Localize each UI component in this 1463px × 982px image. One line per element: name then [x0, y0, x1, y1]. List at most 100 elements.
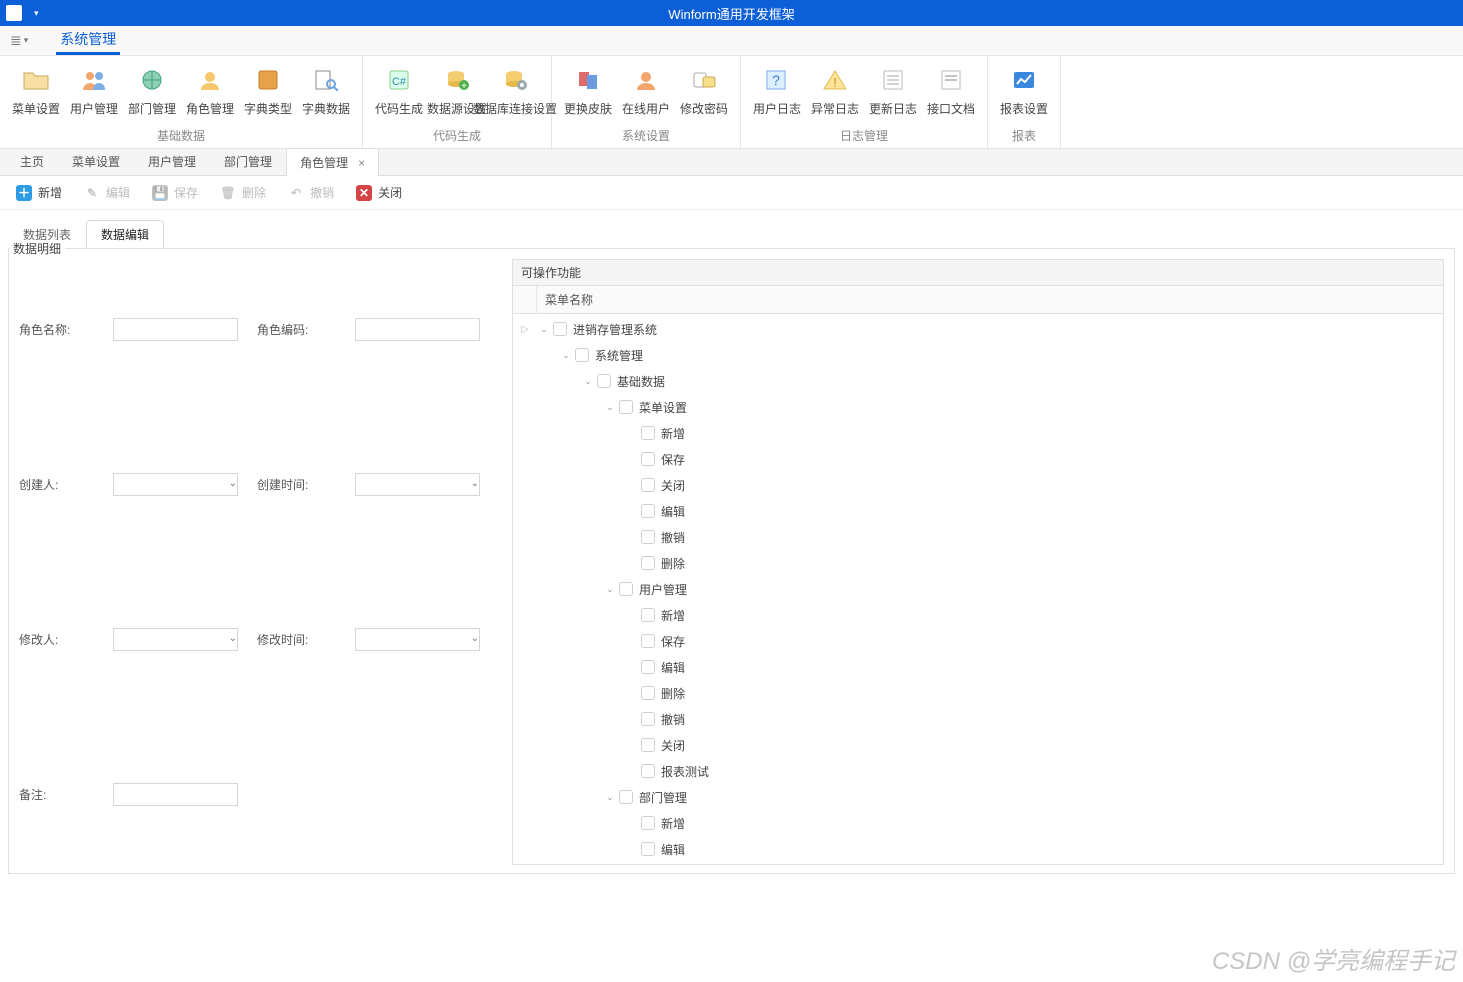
- document-tab[interactable]: 主页: [6, 147, 58, 175]
- tree-checkbox[interactable]: [641, 530, 655, 544]
- tree-checkbox[interactable]: [641, 660, 655, 674]
- tree-checkbox[interactable]: [641, 452, 655, 466]
- tree-node[interactable]: 撤销: [513, 524, 1443, 550]
- tree-checkbox[interactable]: [641, 764, 655, 778]
- ribbon-tab-system-management[interactable]: 系统管理: [56, 25, 120, 55]
- tree-node[interactable]: 删除: [513, 550, 1443, 576]
- ribbon-group-label: 报表: [1012, 127, 1036, 144]
- tree-node[interactable]: ⌄基础数据: [513, 368, 1443, 394]
- book-icon: [254, 66, 282, 94]
- tree-node[interactable]: 新增: [513, 602, 1443, 628]
- tree-node[interactable]: ⌄用户管理: [513, 576, 1443, 602]
- document-tab[interactable]: 部门管理: [210, 147, 286, 175]
- permission-panel: 可操作功能 菜单名称 ▷⌄进销存管理系统⌄系统管理⌄基础数据⌄菜单设置新增保存关…: [512, 259, 1444, 865]
- ribbon-button-log-warn[interactable]: !异常日志: [809, 62, 861, 125]
- app-menu-icon[interactable]: ▾: [6, 5, 39, 21]
- tree-checkbox[interactable]: [641, 712, 655, 726]
- ribbon-button-api-doc[interactable]: 接口文档: [925, 62, 977, 125]
- file-menu-button[interactable]: ≣▾: [8, 32, 30, 55]
- ribbon-button-log-update[interactable]: 更新日志: [867, 62, 919, 125]
- ribbon-button-label: 在线用户: [622, 100, 670, 117]
- tree-node[interactable]: 关闭: [513, 732, 1443, 758]
- document-tab-label: 部门管理: [224, 155, 272, 169]
- toolbar-add-button[interactable]: ＋新增: [6, 179, 72, 206]
- tree-checkbox[interactable]: [641, 842, 655, 856]
- tree-node[interactable]: 编辑: [513, 836, 1443, 862]
- toolbar-close-button[interactable]: ✕关闭: [346, 179, 412, 206]
- ribbon-button-db-gear[interactable]: 数据库连接设置: [489, 62, 541, 125]
- document-tab[interactable]: 菜单设置: [58, 147, 134, 175]
- chevron-down-icon: ▾: [34, 8, 39, 19]
- expand-icon[interactable]: ⌄: [559, 350, 573, 361]
- expand-icon[interactable]: ⌄: [537, 324, 551, 335]
- ribbon-button-csharp[interactable]: C#代码生成: [373, 62, 425, 125]
- tree-checkbox[interactable]: [553, 322, 567, 336]
- tree-node[interactable]: ⌄系统管理: [513, 342, 1443, 368]
- input-create-time[interactable]: [355, 473, 480, 496]
- tree-checkbox[interactable]: [641, 738, 655, 752]
- tree-node[interactable]: 关闭: [513, 472, 1443, 498]
- permission-tree[interactable]: ▷⌄进销存管理系统⌄系统管理⌄基础数据⌄菜单设置新增保存关闭编辑撤销删除⌄用户管…: [513, 314, 1443, 864]
- tree-checkbox[interactable]: [575, 348, 589, 362]
- tree-node[interactable]: 新增: [513, 420, 1443, 446]
- ribbon-button-chart[interactable]: 报表设置: [998, 62, 1050, 125]
- ribbon-button-folder[interactable]: 菜单设置: [10, 62, 62, 125]
- tree-node[interactable]: 保存: [513, 628, 1443, 654]
- tree-checkbox[interactable]: [619, 400, 633, 414]
- input-modifier[interactable]: [113, 628, 238, 651]
- tree-checkbox[interactable]: [641, 686, 655, 700]
- document-tab[interactable]: 用户管理: [134, 147, 210, 175]
- tree-node[interactable]: ▷⌄进销存管理系统: [513, 316, 1443, 342]
- tree-checkbox[interactable]: [597, 374, 611, 388]
- expand-icon[interactable]: ⌄: [603, 402, 617, 413]
- tree-checkbox[interactable]: [641, 478, 655, 492]
- input-remark[interactable]: [113, 783, 238, 806]
- permission-column-menu-name[interactable]: 菜单名称: [537, 286, 1443, 313]
- tree-checkbox[interactable]: [619, 790, 633, 804]
- tree-checkbox[interactable]: [641, 426, 655, 440]
- label-remark: 备注:: [19, 786, 99, 803]
- ribbon-button-skin[interactable]: 更换皮肤: [562, 62, 614, 125]
- inner-tab[interactable]: 数据编辑: [86, 220, 164, 249]
- expand-icon[interactable]: ⌄: [603, 584, 617, 595]
- ribbon-button-log-user[interactable]: ? 用户日志: [751, 62, 803, 125]
- expand-icon[interactable]: ⌄: [581, 376, 595, 387]
- tree-node[interactable]: ⌄部门管理: [513, 784, 1443, 810]
- input-modify-time[interactable]: [355, 628, 480, 651]
- tree-node[interactable]: 撤销: [513, 706, 1443, 732]
- tree-node[interactable]: 保存: [513, 446, 1443, 472]
- tree-node[interactable]: 报表测试: [513, 758, 1443, 784]
- ribbon-button-online-user[interactable]: 在线用户: [620, 62, 672, 125]
- document-tab[interactable]: 角色管理×: [286, 148, 379, 176]
- input-role-code[interactable]: [355, 318, 480, 341]
- toolbar-edit-button: ✎编辑: [74, 179, 140, 206]
- role-icon: [196, 66, 224, 94]
- tree-checkbox[interactable]: [619, 582, 633, 596]
- expand-icon[interactable]: ⌄: [603, 792, 617, 803]
- tree-node[interactable]: 删除: [513, 680, 1443, 706]
- ribbon-button-pwd[interactable]: 修改密码: [678, 62, 730, 125]
- ribbon-button-label: 用户日志: [753, 100, 801, 117]
- input-creator[interactable]: [113, 473, 238, 496]
- tree-node[interactable]: ⌄菜单设置: [513, 394, 1443, 420]
- api-doc-icon: [937, 66, 965, 94]
- input-role-name[interactable]: [113, 318, 238, 341]
- ribbon-button-users[interactable]: 用户管理: [68, 62, 120, 125]
- tree-checkbox[interactable]: [641, 816, 655, 830]
- ribbon-button-role[interactable]: 角色管理: [184, 62, 236, 125]
- tree-node[interactable]: 编辑: [513, 654, 1443, 680]
- label-modify-time: 修改时间:: [257, 631, 341, 648]
- ribbon-button-label: 更新日志: [869, 100, 917, 117]
- tree-node[interactable]: 新增: [513, 810, 1443, 836]
- tree-checkbox[interactable]: [641, 556, 655, 570]
- ribbon-tab-bar: ≣▾ 系统管理: [0, 26, 1463, 56]
- ribbon-button-search-doc[interactable]: 字典数据: [300, 62, 352, 125]
- log-user-icon: ?: [763, 66, 791, 94]
- close-tab-icon[interactable]: ×: [358, 156, 365, 170]
- tree-checkbox[interactable]: [641, 504, 655, 518]
- ribbon-button-book[interactable]: 字典类型: [242, 62, 294, 125]
- tree-checkbox[interactable]: [641, 634, 655, 648]
- tree-node[interactable]: 编辑: [513, 498, 1443, 524]
- tree-checkbox[interactable]: [641, 608, 655, 622]
- ribbon-button-globe[interactable]: 部门管理: [126, 62, 178, 125]
